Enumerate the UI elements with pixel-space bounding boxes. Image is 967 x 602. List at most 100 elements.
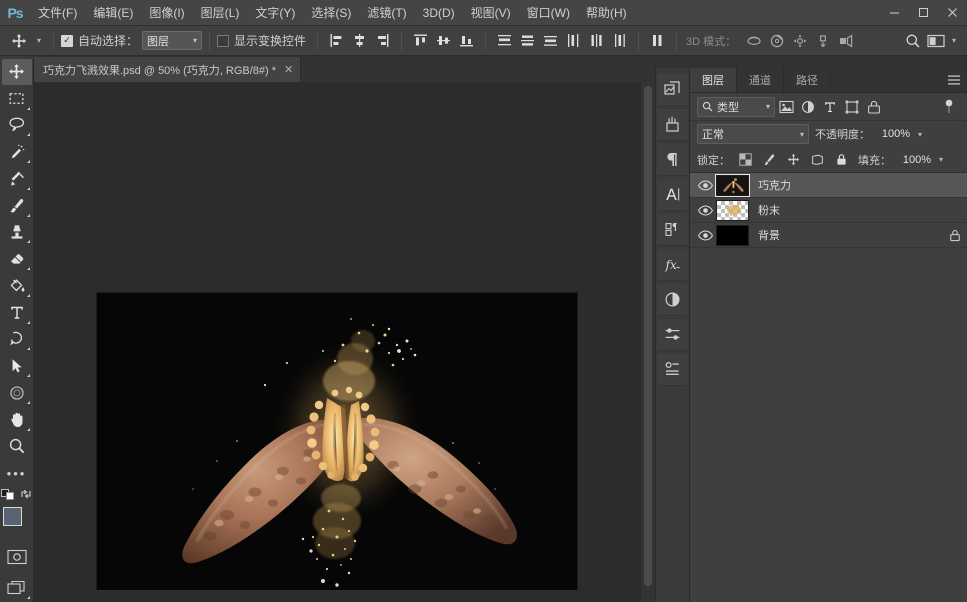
workspace-chevron-icon[interactable]: ▾ <box>947 29 961 53</box>
quick-selection-tool[interactable] <box>2 139 32 165</box>
pan-3d-icon[interactable] <box>788 30 811 52</box>
table-row[interactable]: 巧克力 <box>690 173 967 198</box>
brushes-icon[interactable] <box>657 109 688 141</box>
auto-select-scope-dropdown[interactable]: 图层 ▾ <box>142 31 202 50</box>
brush-tool[interactable] <box>2 193 32 219</box>
quick-mask-toggle[interactable] <box>2 544 32 570</box>
menu-image[interactable]: 图像(I) <box>141 0 192 26</box>
show-transform-controls-checkbox[interactable] <box>217 35 229 47</box>
document-tab[interactable]: 巧克力飞溅效果.psd @ 50% (巧克力, RGB/8#) * ✕ <box>34 57 301 82</box>
slide-3d-icon[interactable] <box>811 30 834 52</box>
lock-all-icon[interactable] <box>832 151 850 169</box>
type-tool[interactable] <box>2 300 32 326</box>
paragraph-styles-icon[interactable] <box>657 214 688 246</box>
paint-bucket-tool[interactable] <box>2 273 32 299</box>
lock-image-pixels-icon[interactable] <box>760 151 778 169</box>
crop-tool[interactable] <box>2 166 32 192</box>
properties-icon[interactable] <box>657 319 688 351</box>
close-button[interactable] <box>938 0 967 26</box>
lock-artboard-nesting-icon[interactable] <box>808 151 826 169</box>
menu-select[interactable]: 选择(S) <box>303 0 359 26</box>
opacity-stepper-chevron-icon[interactable]: ▾ <box>918 130 922 139</box>
menu-edit[interactable]: 编辑(E) <box>85 0 141 26</box>
maximize-button[interactable] <box>909 0 938 26</box>
canvas-vertical-scrollbar[interactable] <box>640 82 654 602</box>
tab-paths[interactable]: 路径 <box>784 68 831 92</box>
filter-adjustment-icon[interactable] <box>797 96 819 118</box>
fill-stepper-chevron-icon[interactable]: ▾ <box>939 155 943 164</box>
menu-window[interactable]: 窗口(W) <box>519 0 578 26</box>
clone-stamp-tool[interactable] <box>2 220 32 246</box>
align-bottom-edges-button[interactable] <box>455 30 478 52</box>
layer-name[interactable]: 背景 <box>758 227 943 243</box>
panel-menu-icon[interactable] <box>941 68 967 92</box>
path-selection-tool[interactable] <box>2 353 32 379</box>
more-tools-button[interactable]: ••• <box>2 460 32 486</box>
menu-3d[interactable]: 3D(D) <box>415 0 463 26</box>
align-vertical-centers-button[interactable] <box>432 30 455 52</box>
ellipse-shape-tool[interactable] <box>2 380 32 406</box>
move-tool[interactable] <box>2 59 32 85</box>
distribute-top-edges-button[interactable] <box>493 30 516 52</box>
close-icon[interactable]: ✕ <box>284 63 293 76</box>
auto-select-checkbox[interactable]: ✓ <box>61 35 73 47</box>
lasso-tool[interactable] <box>2 113 32 139</box>
layer-visibility-toggle[interactable] <box>694 230 716 241</box>
lock-position-icon[interactable] <box>784 151 802 169</box>
align-horizontal-centers-button[interactable] <box>348 30 371 52</box>
distribute-horizontal-centers-button[interactable] <box>585 30 608 52</box>
lock-transparent-pixels-icon[interactable] <box>736 151 754 169</box>
align-right-edges-button[interactable] <box>371 30 394 52</box>
actions-icon[interactable] <box>657 354 688 386</box>
distribute-bottom-edges-button[interactable] <box>539 30 562 52</box>
filter-enable-toggle[interactable] <box>938 99 960 115</box>
screen-mode-button[interactable] <box>2 575 32 601</box>
filter-shape-icon[interactable] <box>841 96 863 118</box>
blend-mode-dropdown[interactable]: 正常 ▾ <box>697 124 809 144</box>
layer-thumbnail[interactable] <box>716 175 749 196</box>
default-colors-icon[interactable] <box>1 487 15 504</box>
align-distribute-options-button[interactable] <box>646 30 669 52</box>
paragraph-icon[interactable] <box>657 144 688 176</box>
tool-preset-chevron-icon[interactable]: ▾ <box>32 29 46 53</box>
pen-tool[interactable] <box>2 327 32 353</box>
align-left-edges-button[interactable] <box>325 30 348 52</box>
menu-filter[interactable]: 滤镜(T) <box>359 0 414 26</box>
hand-tool[interactable] <box>2 407 32 433</box>
rotate-3d-icon[interactable] <box>742 30 765 52</box>
adjustments-icon[interactable] <box>657 284 688 316</box>
artboard[interactable] <box>97 293 577 602</box>
layer-comps-icon[interactable] <box>657 74 688 106</box>
scale-3d-icon[interactable] <box>834 30 857 52</box>
table-row[interactable]: 粉末 <box>690 198 967 223</box>
search-icon[interactable] <box>901 30 924 52</box>
layer-name[interactable]: 粉末 <box>758 202 943 218</box>
align-top-edges-button[interactable] <box>409 30 432 52</box>
menu-help[interactable]: 帮助(H) <box>578 0 635 26</box>
filter-type-icon[interactable] <box>819 96 841 118</box>
layer-thumbnail[interactable] <box>716 200 749 221</box>
distribute-right-edges-button[interactable] <box>608 30 631 52</box>
roll-3d-icon[interactable] <box>765 30 788 52</box>
rectangular-marquee-tool[interactable] <box>2 86 32 112</box>
canvas-workspace[interactable] <box>34 82 640 602</box>
menu-layer[interactable]: 图层(L) <box>193 0 248 26</box>
minimize-button[interactable] <box>880 0 909 26</box>
filter-smart-object-icon[interactable] <box>863 96 885 118</box>
fill-value[interactable]: 100% <box>897 154 931 166</box>
layer-visibility-toggle[interactable] <box>694 205 716 216</box>
menu-type[interactable]: 文字(Y) <box>247 0 303 26</box>
layer-name[interactable]: 巧克力 <box>758 177 943 193</box>
distribute-vertical-centers-button[interactable] <box>516 30 539 52</box>
tab-layers[interactable]: 图层 <box>690 68 737 92</box>
table-row[interactable]: 背景 <box>690 223 967 248</box>
foreground-color-swatch[interactable] <box>3 507 22 526</box>
distribute-left-edges-button[interactable] <box>562 30 585 52</box>
layer-thumbnail[interactable] <box>716 225 749 246</box>
character-styles-icon[interactable]: fx <box>657 249 688 281</box>
menu-file[interactable]: 文件(F) <box>30 0 85 26</box>
tab-channels[interactable]: 通道 <box>737 68 784 92</box>
opacity-value[interactable]: 100% <box>876 128 910 140</box>
filter-pixel-icon[interactable] <box>775 96 797 118</box>
layer-visibility-toggle[interactable] <box>694 180 716 191</box>
